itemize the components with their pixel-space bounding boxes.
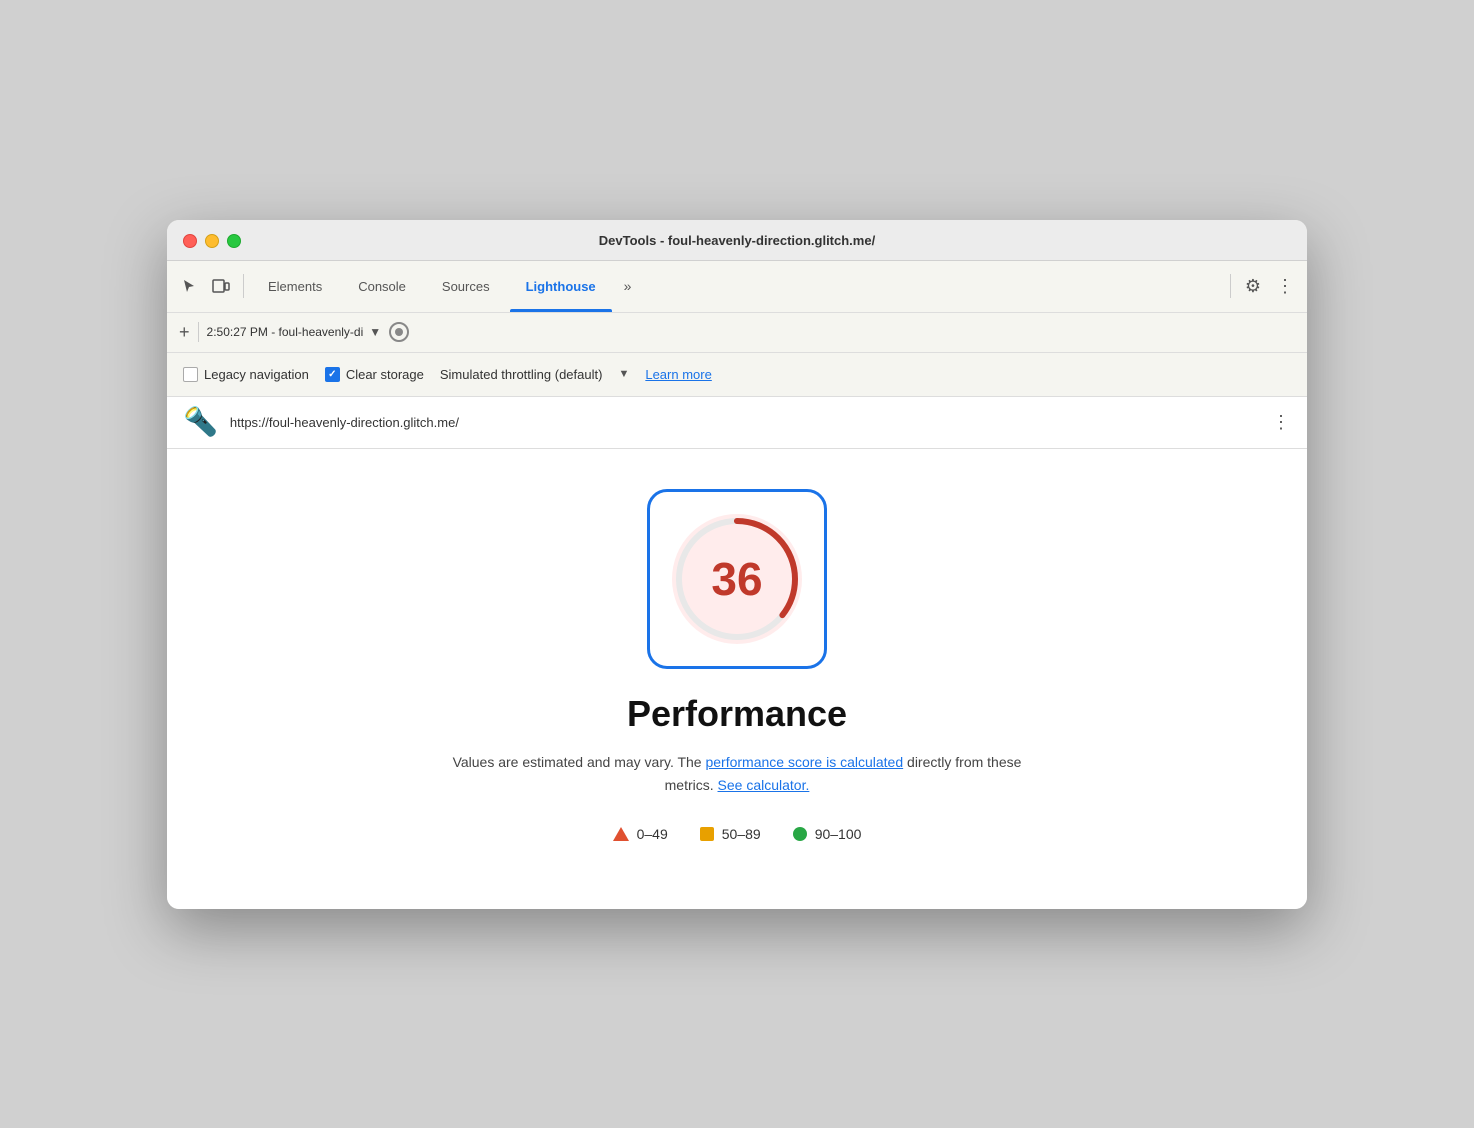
cursor-icon[interactable] <box>175 272 203 300</box>
poor-icon <box>613 827 629 841</box>
clear-storage-option[interactable]: Clear storage <box>325 367 424 382</box>
throttling-label: Simulated throttling (default) <box>440 367 603 382</box>
good-icon <box>793 827 807 841</box>
performance-score-link[interactable]: performance score is calculated <box>705 754 903 770</box>
clear-storage-checkbox[interactable] <box>325 367 340 382</box>
throttling-dropdown-arrow[interactable]: ▼ <box>618 368 629 380</box>
title-bar: DevTools - foul-heavenly-direction.glitc… <box>167 220 1307 261</box>
device-toggle-icon[interactable] <box>207 272 235 300</box>
secondary-toolbar: + 2:50:27 PM - foul-heavenly-di ▼ <box>167 313 1307 353</box>
poor-range: 0–49 <box>637 826 668 842</box>
toolbar-divider <box>243 274 244 298</box>
tab-sources[interactable]: Sources <box>426 260 506 312</box>
main-toolbar: Elements Console Sources Lighthouse » ⚙ … <box>167 261 1307 313</box>
legacy-nav-option[interactable]: Legacy navigation <box>183 367 309 382</box>
lighthouse-logo-icon: 🔦 <box>183 408 218 436</box>
performance-title: Performance <box>627 693 847 735</box>
window-title: DevTools - foul-heavenly-direction.glitc… <box>599 233 875 248</box>
legend-item-poor: 0–49 <box>613 826 668 842</box>
devtools-window: DevTools - foul-heavenly-direction.glitc… <box>167 220 1307 909</box>
session-dropdown-arrow: ▼ <box>369 325 381 339</box>
good-range: 90–100 <box>815 826 862 842</box>
score-value: 36 <box>711 552 762 606</box>
url-more-options-icon[interactable]: ⋮ <box>1272 412 1291 433</box>
legacy-nav-label: Legacy navigation <box>204 367 309 382</box>
session-label: 2:50:27 PM - foul-heavenly-di <box>207 325 364 339</box>
session-selector[interactable]: 2:50:27 PM - foul-heavenly-di ▼ <box>207 325 382 339</box>
options-bar: Legacy navigation Clear storage Simulate… <box>167 353 1307 397</box>
legend-item-average: 50–89 <box>700 826 761 842</box>
tab-console[interactable]: Console <box>342 260 422 312</box>
average-icon <box>700 827 714 841</box>
more-tabs-button[interactable]: » <box>616 260 640 312</box>
url-bar: 🔦 https://foul-heavenly-direction.glitch… <box>167 397 1307 449</box>
clear-storage-label: Clear storage <box>346 367 424 382</box>
maximize-button[interactable] <box>227 234 241 248</box>
toolbar-divider-right <box>1230 274 1231 298</box>
minimize-button[interactable] <box>205 234 219 248</box>
close-button[interactable] <box>183 234 197 248</box>
main-content: 36 Performance Values are estimated and … <box>167 449 1307 909</box>
stop-button[interactable] <box>389 322 409 342</box>
average-range: 50–89 <box>722 826 761 842</box>
legend-item-good: 90–100 <box>793 826 862 842</box>
settings-icon[interactable]: ⚙ <box>1239 272 1267 300</box>
gauge-inner: 36 <box>667 509 807 649</box>
performance-description: Values are estimated and may vary. The p… <box>437 751 1037 799</box>
score-gauge: 36 <box>647 489 827 669</box>
learn-more-link[interactable]: Learn more <box>645 367 711 382</box>
toolbar2-divider <box>198 322 199 342</box>
legacy-nav-checkbox[interactable] <box>183 367 198 382</box>
url-display: https://foul-heavenly-direction.glitch.m… <box>230 415 1260 430</box>
traffic-lights <box>183 234 241 248</box>
description-prefix: Values are estimated and may vary. The <box>453 754 706 770</box>
more-options-icon[interactable]: ⋮ <box>1271 272 1299 300</box>
calculator-link[interactable]: See calculator. <box>718 777 810 793</box>
new-session-button[interactable]: + <box>179 323 190 341</box>
tab-lighthouse[interactable]: Lighthouse <box>510 260 612 312</box>
tab-elements[interactable]: Elements <box>252 260 338 312</box>
score-legend: 0–49 50–89 90–100 <box>613 826 862 842</box>
